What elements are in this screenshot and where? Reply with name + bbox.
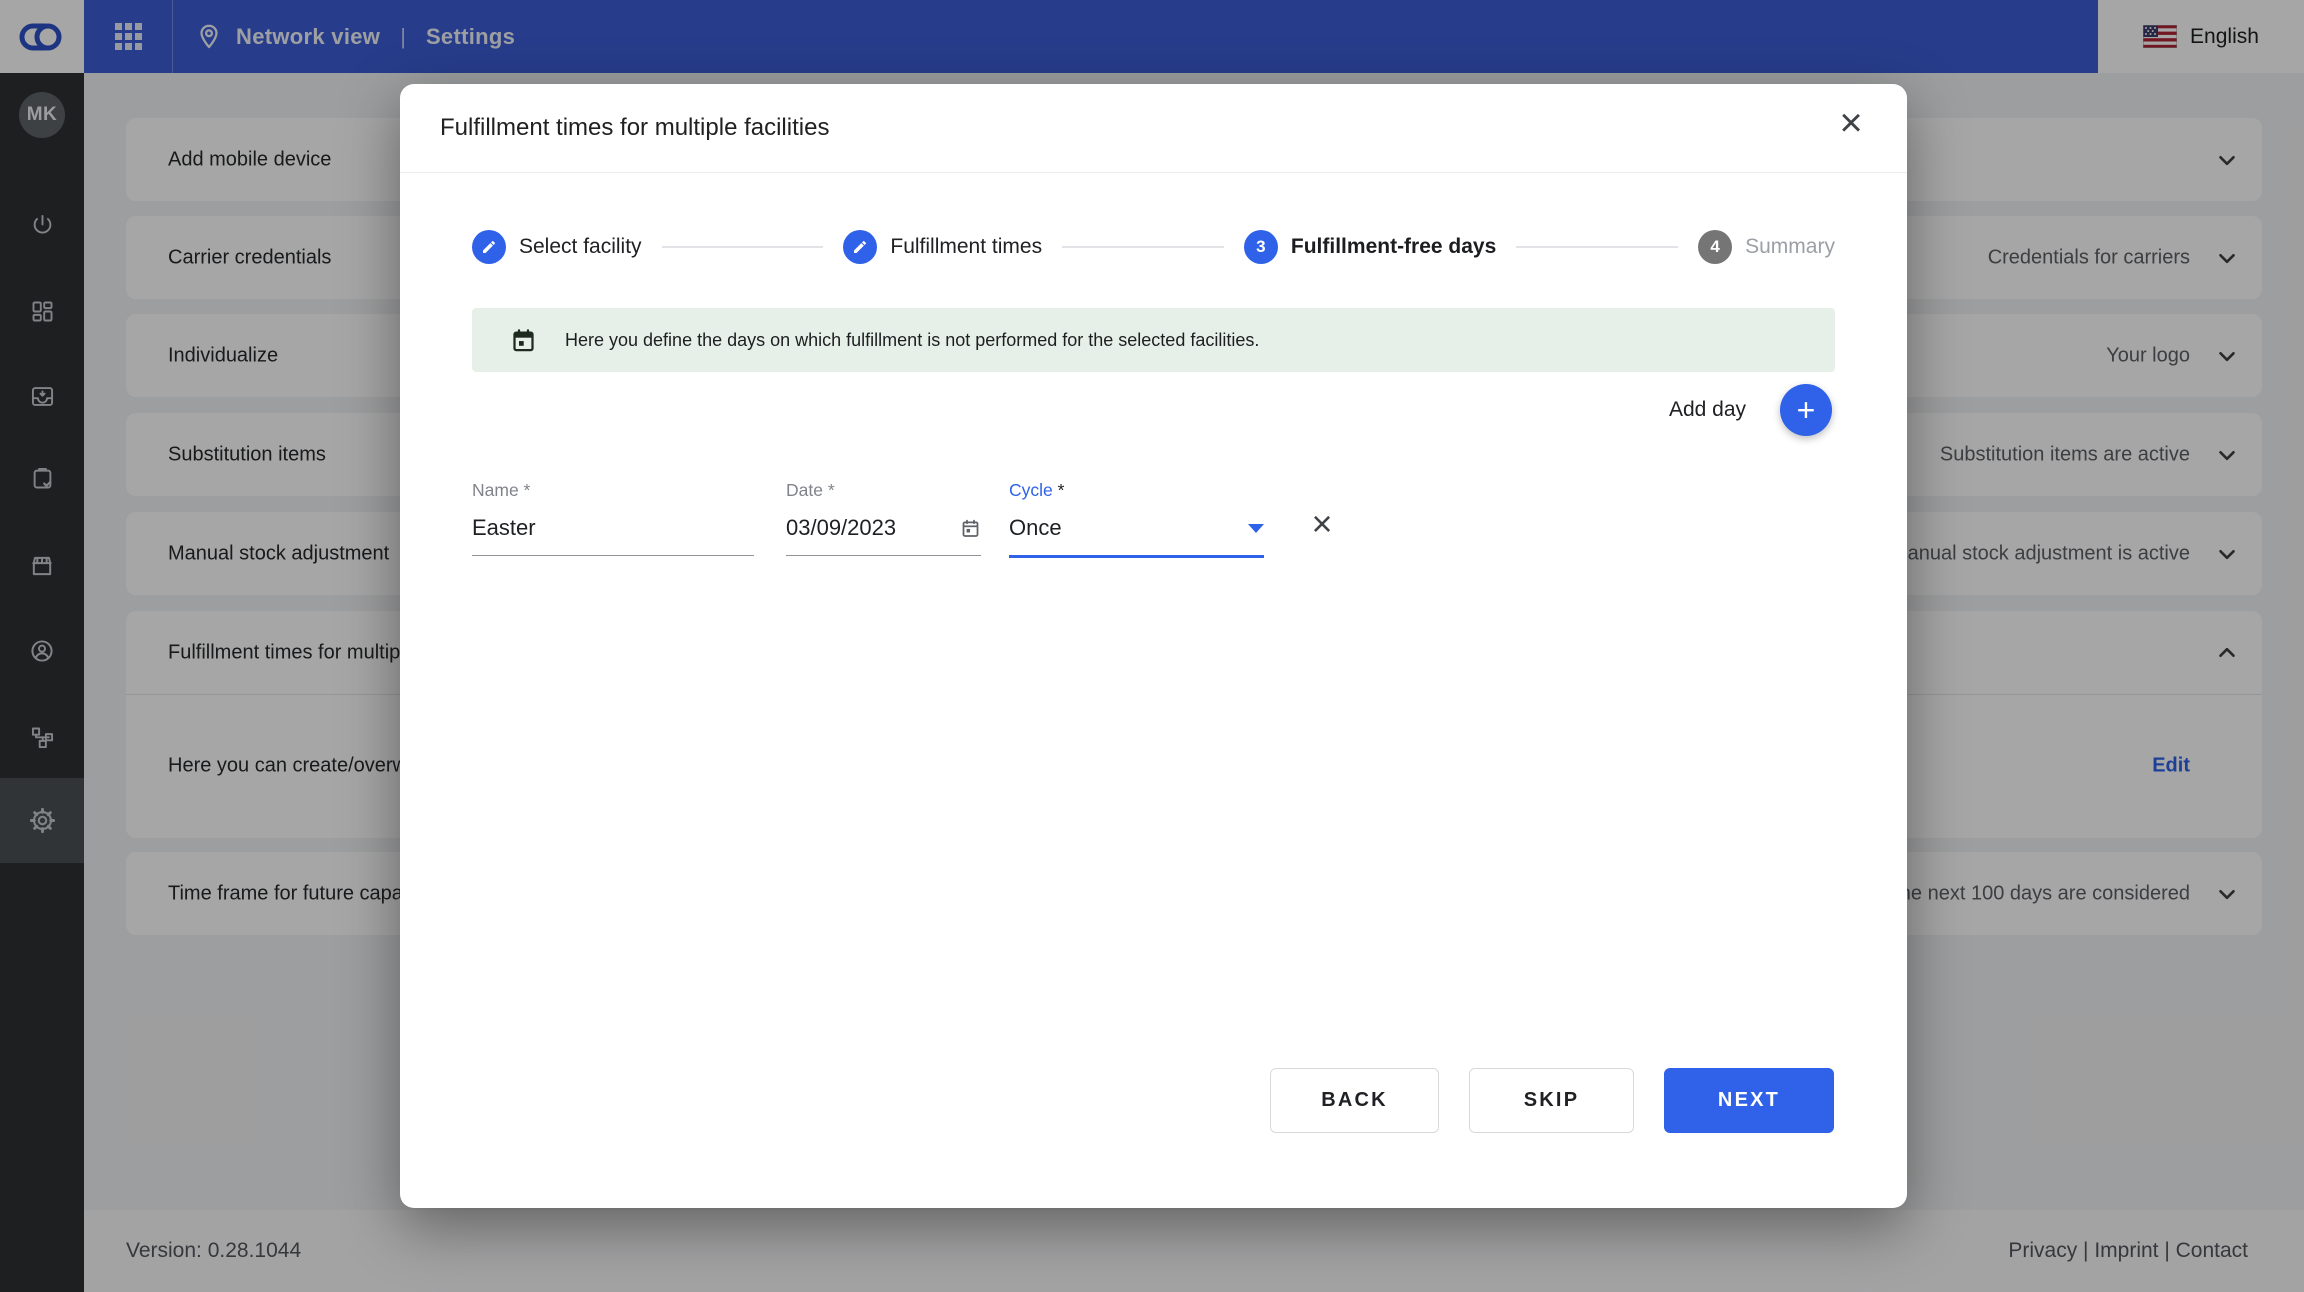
step-label: Fulfillment-free days [1291, 235, 1496, 259]
application-window: Network view | Settings English MK [0, 0, 2304, 1292]
step-fulfillment-times[interactable]: Fulfillment times [843, 230, 1042, 264]
name-field[interactable]: Name * Easter [472, 480, 754, 556]
fulfillment-times-modal: Fulfillment times for multiple facilitie… [400, 84, 1907, 1208]
skip-button[interactable]: SKIP [1469, 1068, 1634, 1133]
name-field-value: Easter [472, 515, 536, 541]
name-field-label: Name * [472, 480, 754, 501]
calendar-icon [510, 327, 537, 354]
cycle-field-value: Once [1009, 515, 1062, 541]
step-edit-circle [843, 230, 877, 264]
pencil-icon [481, 239, 497, 255]
modal-close-button[interactable]: × [1825, 92, 1877, 154]
step-fulfillment-free-days[interactable]: 3 Fulfillment-free days [1244, 230, 1496, 264]
cycle-field-label: Cycle * [1009, 480, 1264, 501]
date-field-label: Date * [786, 480, 981, 501]
stepper: Select facility Fulfillment times 3 Fulf… [472, 230, 1835, 264]
step-edit-circle [472, 230, 506, 264]
step-connector [1062, 246, 1224, 248]
next-button[interactable]: NEXT [1664, 1068, 1834, 1133]
dropdown-caret-icon [1248, 524, 1264, 533]
add-day-label: Add day [1669, 398, 1746, 422]
step-label: Fulfillment times [890, 235, 1042, 259]
step-connector [1516, 246, 1678, 248]
add-day-button[interactable]: + [1780, 384, 1832, 436]
date-field[interactable]: Date * 03/09/2023 [786, 480, 981, 556]
delete-day-button[interactable]: × [1300, 502, 1344, 546]
banner-text: Here you define the days on which fulfil… [565, 330, 1259, 351]
step-label: Select facility [519, 235, 642, 259]
pencil-icon [852, 239, 868, 255]
back-button[interactable]: BACK [1270, 1068, 1439, 1133]
step-select-facility[interactable]: Select facility [472, 230, 642, 264]
modal-header-divider [400, 172, 1907, 173]
plus-icon: + [1797, 392, 1816, 429]
step-number-circle: 3 [1244, 230, 1278, 264]
modal-title: Fulfillment times for multiple facilitie… [440, 114, 829, 142]
modal-actions: BACK SKIP NEXT [1270, 1068, 1834, 1133]
date-field-value: 03/09/2023 [786, 515, 896, 541]
step-connector [662, 246, 824, 248]
cycle-select[interactable]: Cycle * Once [1009, 480, 1264, 558]
add-day-row: Add day + [1669, 384, 1832, 436]
step-number-circle: 4 [1698, 230, 1732, 264]
step-label: Summary [1745, 235, 1835, 259]
info-banner: Here you define the days on which fulfil… [472, 308, 1835, 372]
datepicker-icon[interactable] [960, 518, 981, 539]
step-summary[interactable]: 4 Summary [1698, 230, 1835, 264]
